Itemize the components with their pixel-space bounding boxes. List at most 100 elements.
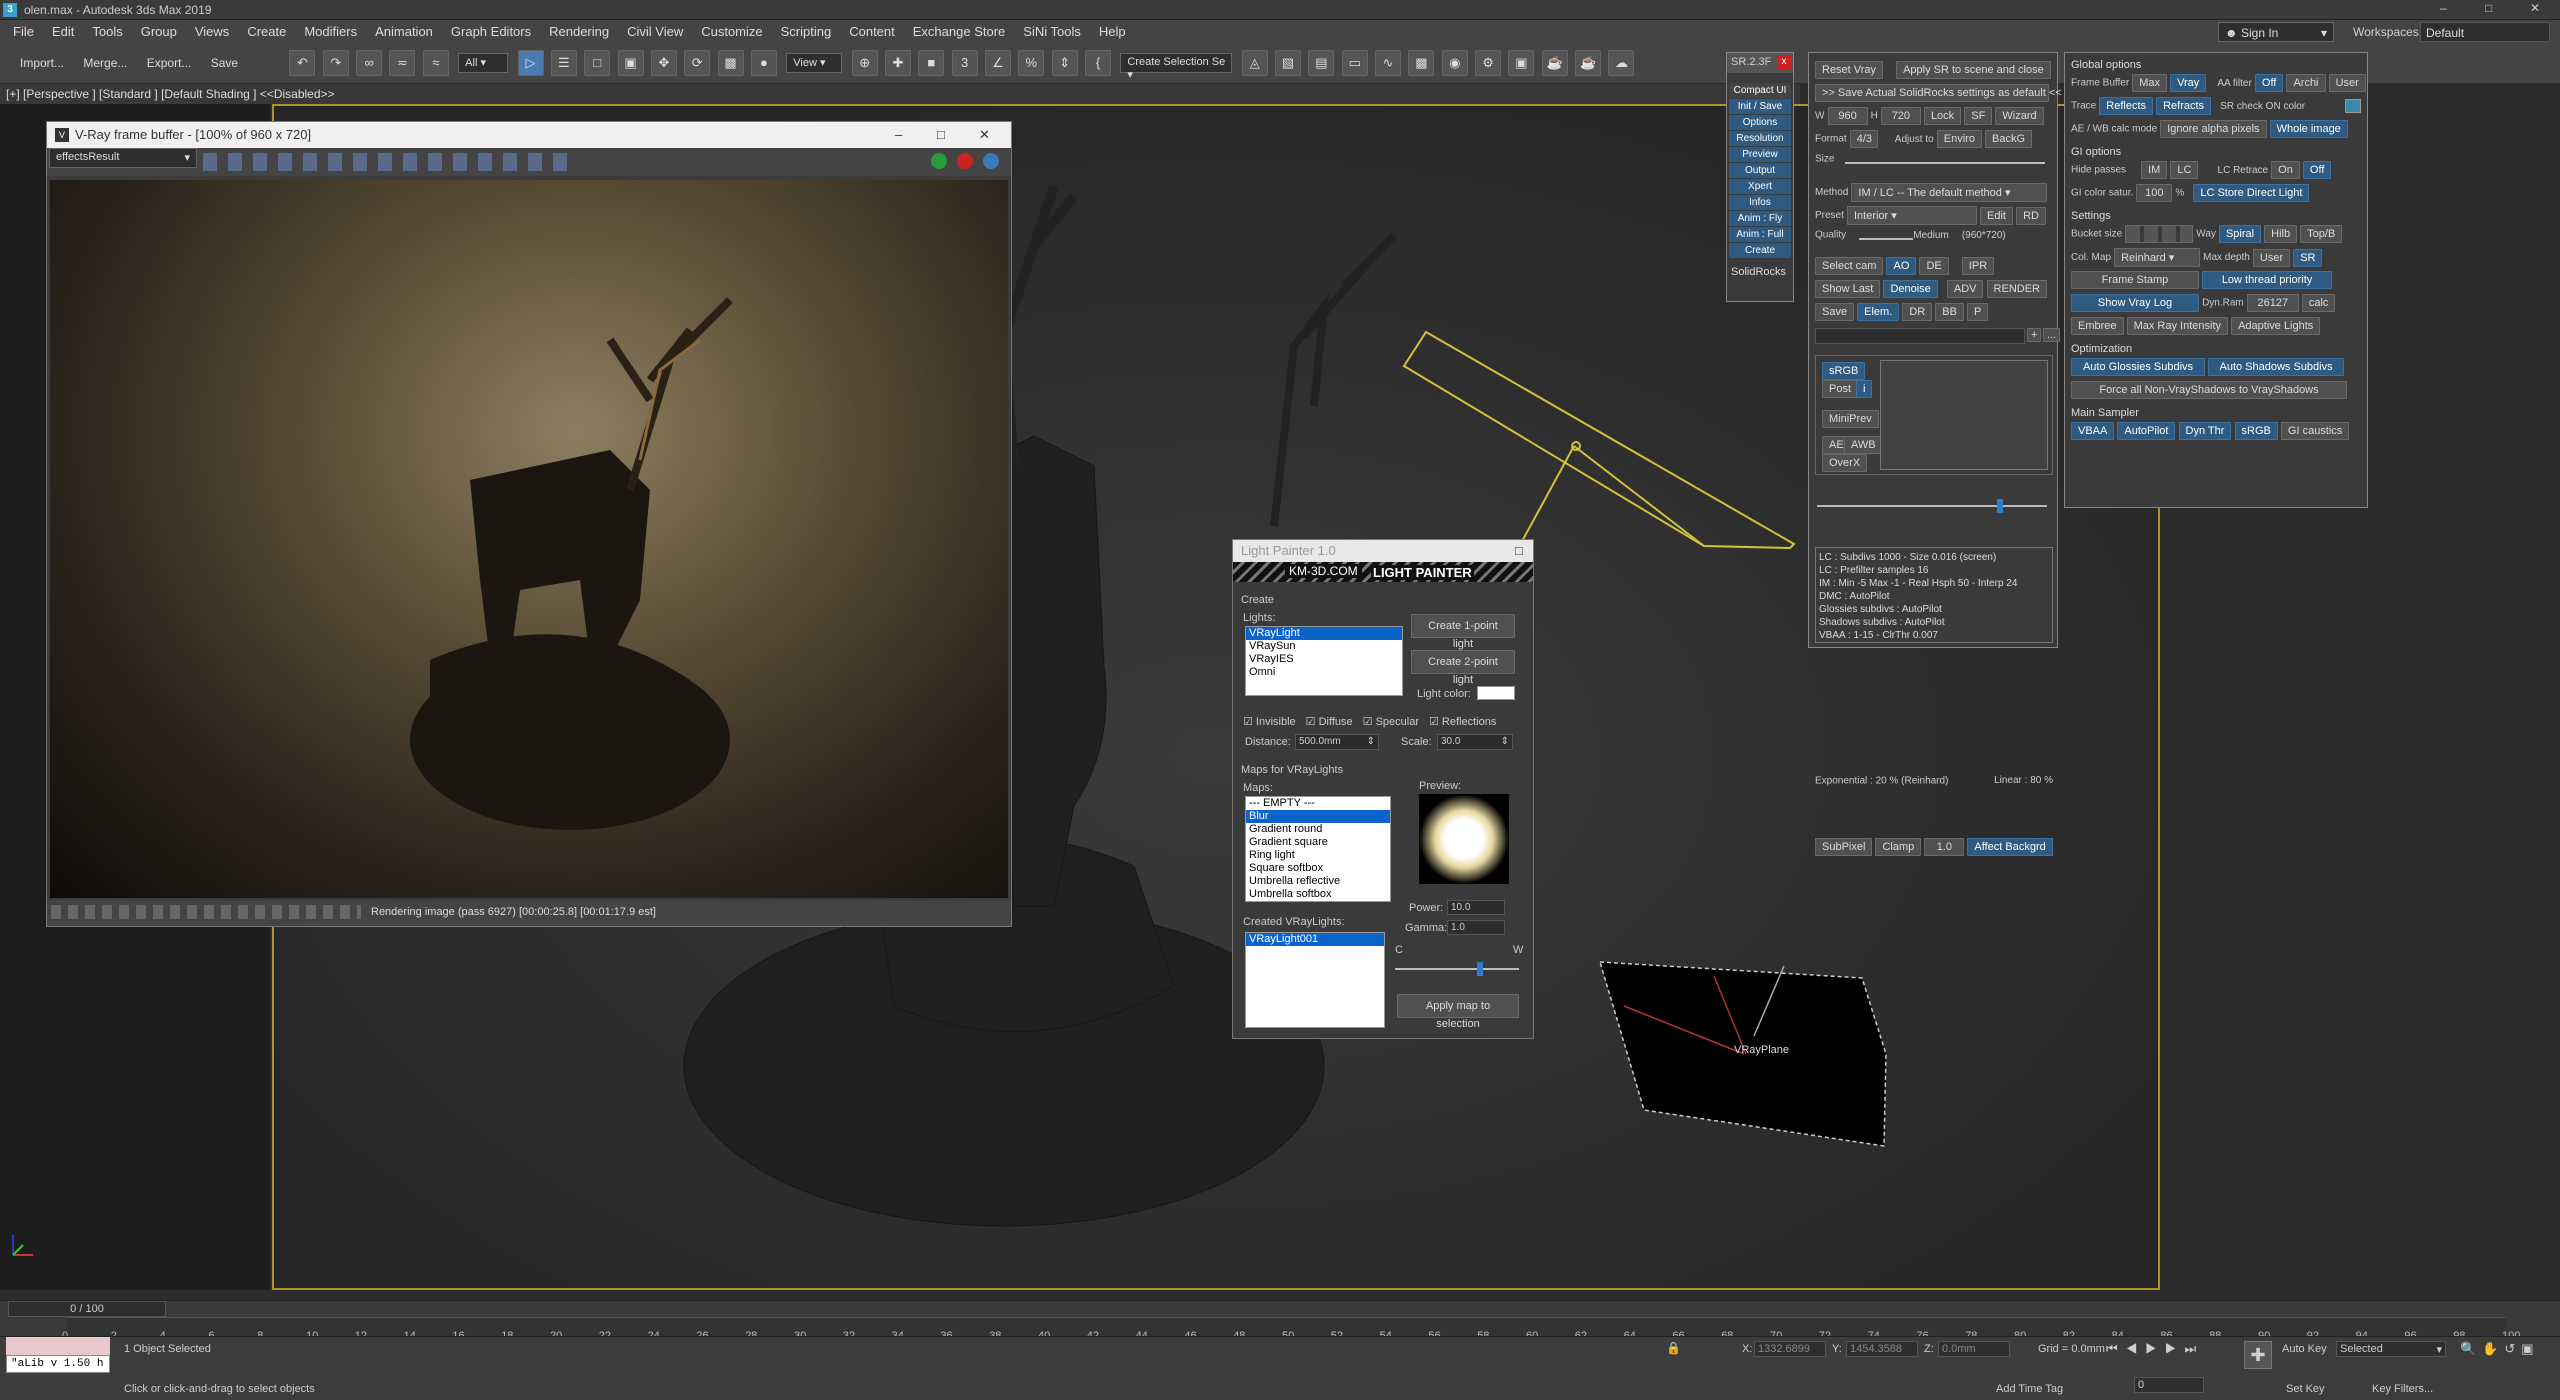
solidrocks-side-button[interactable]: Xpert — [1729, 179, 1791, 194]
app-icon[interactable]: 3 — [3, 3, 17, 17]
dyn-thr-button[interactable]: Dyn Thr — [2178, 422, 2232, 440]
rect-selection-icon[interactable]: □ — [584, 50, 611, 76]
vfb-stop-icon[interactable] — [957, 153, 973, 169]
overx-button[interactable]: OverX — [1822, 454, 1868, 472]
distance-spinner[interactable]: 500.0mm ⇕ — [1295, 734, 1379, 750]
solidrocks-side-button[interactable]: Infos — [1729, 195, 1791, 210]
save-button[interactable]: Save — [203, 44, 246, 82]
bb-button[interactable]: BB — [1935, 303, 1964, 321]
refracts-button[interactable]: Refracts — [2156, 97, 2212, 115]
menu-item[interactable]: Edit — [43, 20, 83, 43]
auto-shadows-button[interactable]: Auto Shadows Subdivs — [2208, 358, 2345, 376]
way-spiral-button[interactable]: Spiral — [2218, 225, 2262, 243]
scale-spinner[interactable]: 30.0 ⇕ — [1437, 734, 1513, 750]
lc-retrace-off-button[interactable]: Off — [2302, 161, 2332, 179]
menu-item[interactable]: Rendering — [540, 20, 618, 43]
fb-vray-button[interactable]: Vray — [2170, 74, 2207, 92]
sign-in-button[interactable]: ☻ Sign In ▾ — [2218, 22, 2334, 42]
force-vrayshadows-button[interactable]: Force all Non-VrayShadows to VrayShadows — [2071, 381, 2347, 399]
map-item[interactable]: Square softbox — [1246, 862, 1390, 875]
z-field[interactable]: 0.0mm — [1938, 1341, 2010, 1357]
menu-item[interactable]: Graph Editors — [442, 20, 540, 43]
size-slider[interactable] — [1845, 162, 2045, 164]
way-topb-button[interactable]: Top/B — [2300, 225, 2343, 243]
create-1-point-light-button[interactable]: Create 1-point light — [1411, 614, 1515, 650]
whole-image-button[interactable]: Whole image — [2269, 120, 2348, 138]
affect-backgrd-button[interactable]: Affect Backgrd — [1967, 838, 2053, 856]
ratio-field[interactable]: 4/3 — [1849, 130, 1878, 148]
menu-item[interactable]: Views — [186, 20, 238, 43]
vfb-status-icons[interactable] — [51, 905, 361, 919]
lock-selection-icon[interactable]: 🔒 — [1666, 1341, 1681, 1355]
vfb-close-icon[interactable]: ✕ — [979, 122, 990, 148]
menu-item[interactable]: Group — [132, 20, 186, 43]
reset-vray-button[interactable]: Reset Vray — [1815, 61, 1884, 79]
playback-controls[interactable]: ⏮◀▶▶⏭ — [2106, 1341, 2204, 1357]
way-hilb-button[interactable]: Hilb — [2264, 225, 2298, 243]
show-vray-log-button[interactable]: Show Vray Log — [2071, 294, 2199, 312]
mirror-icon[interactable]: ◬ — [1241, 50, 1268, 76]
solidrocks-side-button[interactable]: Create — [1729, 243, 1791, 258]
solidrocks-side-button[interactable]: Options — [1729, 115, 1791, 130]
add-time-tag[interactable]: Add Time Tag — [1996, 1383, 2063, 1395]
minimize-icon[interactable]: – — [2440, 1, 2447, 15]
percent-snap-icon[interactable]: % — [1018, 50, 1045, 76]
light-type-item[interactable]: VRaySun — [1246, 640, 1402, 653]
hide-lc-button[interactable]: LC — [2170, 161, 2199, 179]
clamp-value[interactable]: 1.0 — [1924, 838, 1965, 856]
created-light-item[interactable]: VRayLight001 — [1246, 933, 1384, 946]
key-filters-button[interactable]: Key Filters... — [2372, 1383, 2433, 1395]
gi-satur-field[interactable]: 100 — [2136, 184, 2173, 202]
set-key-big-icon[interactable]: ✚ — [2244, 1341, 2272, 1369]
save-default-button[interactable]: >> Save Actual SolidRocks settings as de… — [1815, 84, 2062, 102]
vfb-channel-select[interactable]: effectsResult ▾ — [49, 148, 197, 168]
output-path-field[interactable] — [1815, 328, 2025, 344]
solidrocks-side-button[interactable]: Anim : Fly — [1729, 211, 1791, 226]
miniprev-button[interactable]: MiniPrev — [1822, 410, 1879, 428]
denoise-button[interactable]: Denoise — [1883, 280, 1938, 298]
frame-stamp-button[interactable]: Frame Stamp — [2071, 271, 2199, 289]
scale-icon[interactable]: ▩ — [717, 50, 744, 76]
created-vraylights-list[interactable]: VRayLight001 — [1245, 932, 1385, 1028]
dr-button[interactable]: DR — [1902, 303, 1933, 321]
solidrocks-close-icon[interactable]: x — [1777, 55, 1791, 69]
solidrocks-side-button[interactable]: Anim : Full — [1729, 227, 1791, 242]
lp-titlebar[interactable]: Light Painter 1.0 □ — [1233, 540, 1533, 562]
reflects-button[interactable]: Reflects — [2099, 97, 2154, 115]
create-2-point-light-button[interactable]: Create 2-point light — [1411, 650, 1515, 686]
sf-button[interactable]: SF — [1964, 107, 1993, 125]
post-button[interactable]: Post — [1822, 380, 1859, 398]
ipr-button[interactable]: IPR — [1961, 257, 1995, 275]
vfb-titlebar[interactable]: V V-Ray frame buffer - [100% of 960 x 72… — [47, 122, 1011, 148]
checkbox-reflections[interactable]: ☑ Reflections — [1429, 715, 1496, 728]
menu-item[interactable]: SiNi Tools — [1014, 20, 1090, 43]
select-by-name-icon[interactable]: ☰ — [550, 50, 577, 76]
redo-icon[interactable]: ↷ — [322, 50, 349, 76]
map-item[interactable]: Gradient square — [1246, 836, 1390, 849]
aa-user-button[interactable]: User — [2328, 74, 2366, 92]
hide-im-button[interactable]: IM — [2141, 161, 2168, 179]
solidrocks-tab-header[interactable]: SR.2.3F x — [1727, 53, 1793, 73]
auto-key-button[interactable]: Auto Key — [2282, 1343, 2327, 1355]
de-button[interactable]: DE — [1919, 257, 1949, 275]
max-depth-sr-button[interactable]: SR — [2293, 248, 2323, 267]
render-iterative-icon[interactable]: ☕ — [1575, 50, 1602, 76]
power-spinner[interactable]: 10.0 — [1447, 900, 1505, 915]
vfb-minimize-icon[interactable]: – — [895, 122, 902, 148]
current-frame-field[interactable]: 0 — [2134, 1377, 2204, 1393]
rendered-frame-icon[interactable]: ▣ — [1508, 50, 1535, 76]
nav-controls[interactable]: 🔍✋↺▣ — [2460, 1341, 2540, 1357]
show-last-button[interactable]: Show Last — [1815, 280, 1881, 298]
set-key-button[interactable]: Set Key — [2286, 1383, 2325, 1395]
menu-item[interactable]: Customize — [692, 20, 771, 43]
checkbox-diffuse[interactable]: ☑ Diffuse — [1306, 715, 1353, 728]
link-icon[interactable]: ∞ — [356, 50, 383, 76]
solidrocks-side-button[interactable]: Resolution — [1729, 131, 1791, 146]
light-type-item[interactable]: VRayIES — [1246, 653, 1402, 666]
maximize-icon[interactable]: □ — [2485, 1, 2492, 15]
gamma-spinner[interactable]: 1.0 — [1447, 920, 1505, 935]
fb-max-button[interactable]: Max — [2132, 74, 2168, 92]
dyn-ram-field[interactable]: 26127 — [2246, 294, 2299, 312]
post-info-button[interactable]: i — [1856, 380, 1873, 398]
menu-item[interactable]: Create — [238, 20, 295, 43]
